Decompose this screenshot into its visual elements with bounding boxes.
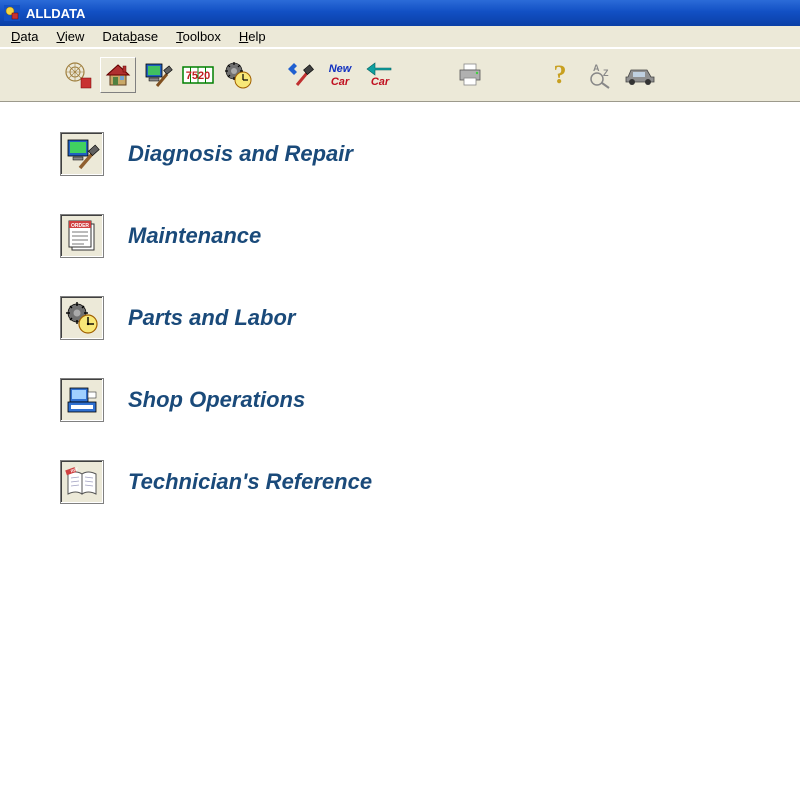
code-7520-icon: 7520	[182, 62, 214, 88]
a-z-search-icon: A Z	[585, 61, 615, 89]
question-icon: ?	[549, 61, 571, 89]
gear-clock-icon	[60, 296, 104, 340]
gear-clock-icon	[223, 60, 253, 90]
main-link-diagnosis[interactable]: Diagnosis and Repair	[128, 141, 353, 167]
menu-help[interactable]: Help	[230, 27, 275, 46]
toolbar-backcar-button[interactable]: Car	[362, 57, 398, 93]
home-icon	[104, 61, 132, 89]
main-link-reference[interactable]: Technician's Reference	[128, 469, 372, 495]
svg-text:ORDER: ORDER	[71, 223, 89, 229]
hammer-sparks-icon	[285, 60, 315, 90]
svg-text:7520: 7520	[186, 70, 210, 82]
globe-hammer-icon	[143, 60, 173, 90]
main-link-maintenance[interactable]: Maintenance	[128, 223, 261, 249]
svg-text:A: A	[593, 63, 600, 73]
main-item-parts: Parts and Labor	[60, 296, 800, 340]
menubar: Data View Database Toolbox Help	[0, 26, 800, 48]
toolbar-hammer-button[interactable]	[282, 57, 318, 93]
menu-database[interactable]: Database	[93, 27, 167, 46]
toolbar-timer-button[interactable]	[220, 57, 256, 93]
main-item-diagnosis: Diagnosis and Repair	[60, 132, 800, 176]
toolbar-logo-button[interactable]	[60, 57, 96, 93]
toolbar-globe-button[interactable]	[140, 57, 176, 93]
monitor-hammer-icon	[60, 132, 104, 176]
main-link-parts[interactable]: Parts and Labor	[128, 305, 295, 331]
window-title: ALLDATA	[26, 6, 85, 21]
svg-text:New: New	[329, 63, 353, 75]
app-icon	[4, 5, 20, 21]
alldata-logo-icon	[63, 60, 93, 90]
toolbar-home-button[interactable]	[100, 57, 136, 93]
svg-text:Z: Z	[603, 68, 609, 78]
svg-text:Car: Car	[371, 76, 390, 88]
svg-text:Car: Car	[331, 76, 350, 88]
menu-toolbox[interactable]: Toolbox	[167, 27, 230, 46]
toolbar-az-button[interactable]: A Z	[582, 57, 618, 93]
register-icon	[60, 378, 104, 422]
new-car-icon: New Car	[323, 60, 357, 90]
main-content: Diagnosis and Repair ORDER Maintenance	[0, 102, 800, 504]
main-item-maintenance: ORDER Maintenance	[60, 214, 800, 258]
toolbar-code-button[interactable]: 7520	[180, 57, 216, 93]
open-book-icon: REF	[60, 460, 104, 504]
toolbar-newcar-button[interactable]: New Car	[322, 57, 358, 93]
menu-data[interactable]: Data	[2, 27, 47, 46]
toolbar-print-button[interactable]	[452, 57, 488, 93]
toolbar-car-button[interactable]	[622, 57, 658, 93]
back-car-icon: Car	[363, 60, 397, 90]
svg-text:?: ?	[554, 61, 567, 89]
car-icon	[624, 63, 656, 87]
printer-icon	[456, 62, 484, 88]
main-link-shop[interactable]: Shop Operations	[128, 387, 305, 413]
menu-view[interactable]: View	[47, 27, 93, 46]
main-item-shop: Shop Operations	[60, 378, 800, 422]
toolbar-help-button[interactable]: ?	[542, 57, 578, 93]
titlebar: ALLDATA	[0, 0, 800, 26]
order-sheet-icon: ORDER	[60, 214, 104, 258]
main-item-reference: REF Technician's Reference	[60, 460, 800, 504]
toolbar: 7520	[0, 48, 800, 102]
